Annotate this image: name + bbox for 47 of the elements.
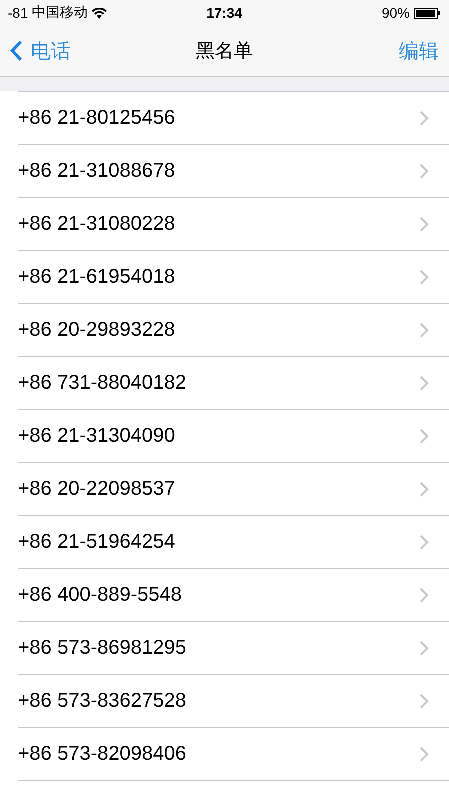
blocked-number-row[interactable]: +86 573-86981295	[18, 622, 449, 675]
phone-number: +86 573-82098406	[18, 742, 186, 766]
chevron-right-icon	[420, 640, 429, 656]
blocked-number-row[interactable]: +86 400-889-5548	[18, 569, 449, 622]
signal-strength: -81	[8, 5, 28, 21]
blocked-number-row[interactable]: +86 21-80125456	[18, 92, 449, 145]
phone-number: +86 400-889-5548	[18, 584, 182, 606]
phone-number: +86 20-29893228	[18, 318, 176, 342]
blocked-number-row[interactable]: +86 20-29893228	[18, 304, 449, 357]
blocked-number-row[interactable]: +86 573-83627528	[18, 675, 449, 728]
page-title: 黑名单	[196, 40, 253, 64]
phone-number: +86 21-51964254	[18, 530, 176, 554]
blocked-number-row[interactable]: +86 20-22098537	[18, 463, 449, 516]
chevron-right-icon	[420, 746, 429, 762]
chevron-right-icon	[420, 694, 429, 708]
battery-icon	[414, 8, 441, 18]
chevron-right-icon	[420, 164, 429, 178]
phone-number: +86 21-31080228	[18, 212, 176, 236]
phone-number: +86 731-88040182	[18, 372, 186, 394]
phone-number: +86 21-61954018	[18, 266, 176, 288]
blocked-number-row[interactable]: +86 21-31088678	[18, 145, 449, 198]
chevron-right-icon	[420, 588, 429, 602]
carrier-name: 中国移动	[32, 4, 88, 22]
blocked-number-row[interactable]: +86 21-61954018	[18, 251, 449, 304]
battery-percent: 90%	[382, 5, 410, 21]
wifi-icon	[92, 8, 108, 18]
clock: 17:34	[206, 5, 242, 21]
phone-number: +86 573-83627528	[18, 690, 186, 712]
chevron-right-icon	[420, 428, 429, 444]
chevron-right-icon	[420, 482, 429, 496]
phone-number: +86 573-86981295	[18, 636, 186, 660]
blocked-number-row[interactable]: +86 21-51964254	[18, 516, 449, 569]
chevron-left-icon	[10, 40, 23, 62]
phone-number: +86 21-80125456	[18, 106, 176, 130]
chevron-right-icon	[420, 322, 429, 338]
phone-number: +86 21-31304090	[18, 424, 176, 448]
chevron-right-icon	[420, 216, 429, 232]
blocked-number-row[interactable]: +86 21-31080228	[18, 198, 449, 251]
chevron-right-icon	[420, 110, 429, 126]
blocked-number-row[interactable]: +86 21-31304090	[18, 410, 449, 463]
chevron-right-icon	[420, 270, 429, 284]
chevron-right-icon	[420, 534, 429, 550]
blocked-number-row[interactable]: +86 573-82098406	[18, 728, 449, 781]
phone-number: +86 21-31088678	[18, 160, 176, 182]
chevron-right-icon	[420, 376, 429, 390]
blocked-number-row[interactable]: +86 731-88040182	[18, 357, 449, 410]
phone-number: +86 20-22098537	[18, 478, 176, 500]
